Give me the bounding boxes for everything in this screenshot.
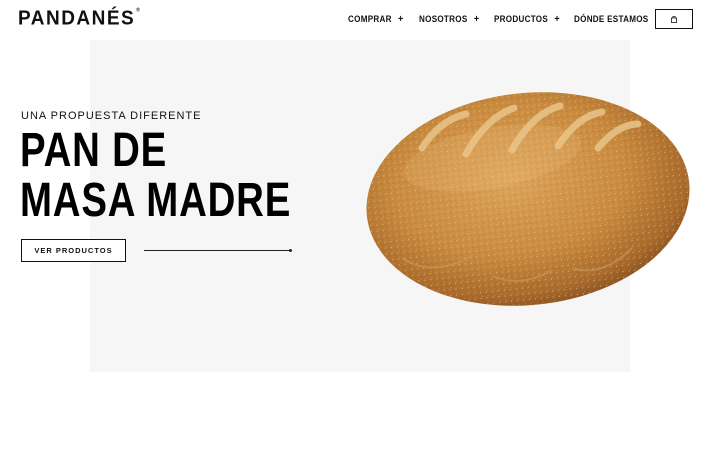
decorative-line — [144, 249, 292, 252]
page: PANDANÉS® COMPRAR + NOSOTROS + PRODUCTOS + … — [0, 0, 720, 450]
bread-image — [366, 92, 690, 306]
nav-item-label: NOSOTROS — [419, 14, 468, 24]
nav-item-donde-estamos[interactable]: DÓNDE ESTAMOS — [574, 14, 648, 24]
plus-icon: + — [554, 14, 560, 25]
nav-item-label: DÓNDE ESTAMOS — [574, 14, 649, 24]
nav-item-comprar[interactable]: COMPRAR + — [348, 14, 404, 25]
shopping-bag-icon — [671, 15, 677, 23]
nav-item-nosotros[interactable]: NOSOTROS + — [419, 14, 479, 25]
nav-item-productos[interactable]: PRODUCTOS + — [494, 14, 560, 25]
view-products-button[interactable]: VER PRODUCTOS — [21, 239, 126, 262]
hero-title-line-1: PAN DE — [20, 124, 168, 177]
hero-eyebrow: UNA PROPUESTA DIFERENTE — [21, 110, 202, 122]
plus-icon: + — [398, 14, 404, 25]
nav-item-label: COMPRAR — [348, 14, 392, 24]
trademark-mark: ® — [136, 7, 142, 14]
main-nav: COMPRAR + NOSOTROS + PRODUCTOS + DÓNDE ESTA… — [0, 14, 720, 28]
nav-item-label: PRODUCTOS — [494, 14, 549, 24]
plus-icon: + — [473, 14, 480, 25]
hero-title: PAN DE MASA MADRE — [20, 126, 291, 226]
hero-title-line-2: MASA MADRE — [20, 174, 292, 227]
cart-button[interactable] — [655, 9, 693, 29]
